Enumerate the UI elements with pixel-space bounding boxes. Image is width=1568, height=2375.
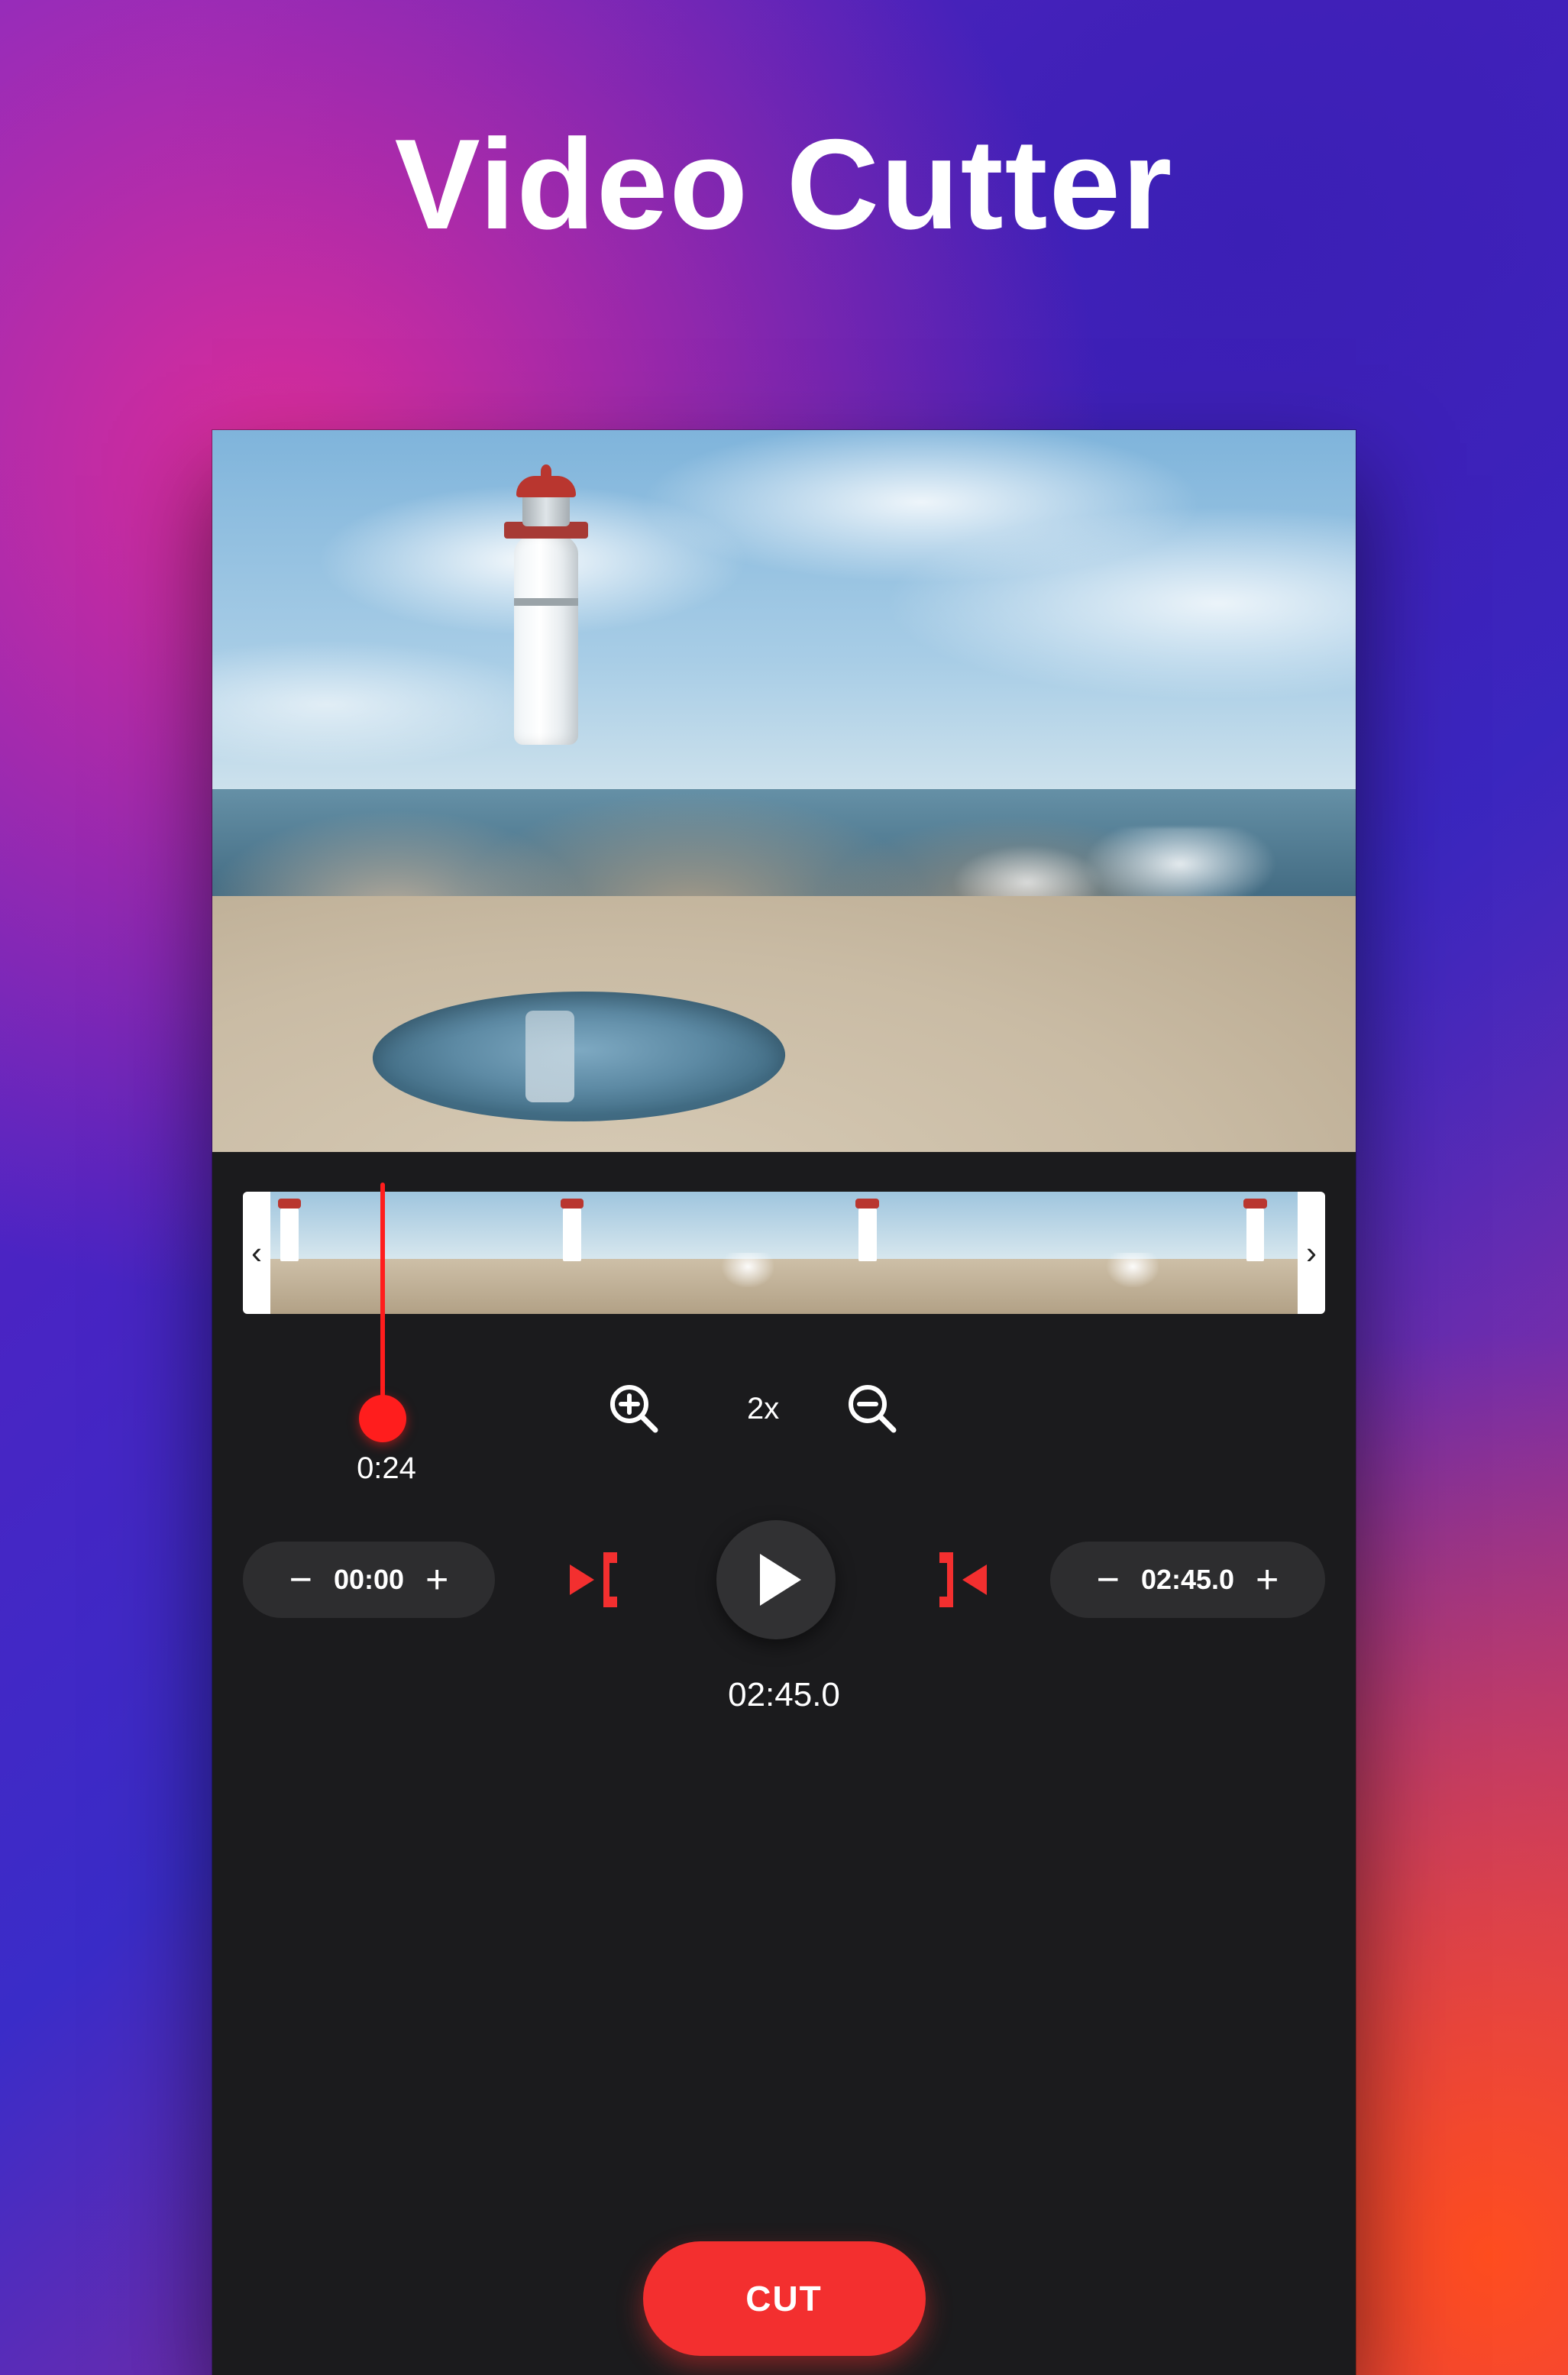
timeline-frame (399, 1192, 527, 1314)
zoom-out-button[interactable] (845, 1381, 898, 1435)
selection-duration-label: 02:45.0 (212, 1676, 1356, 1714)
preview-rocks-near (212, 896, 1356, 1152)
timeline-frame (784, 1192, 913, 1314)
preview-reflection (525, 1011, 574, 1102)
zoom-in-button[interactable] (606, 1381, 660, 1435)
lighthouse-top (541, 464, 551, 478)
timeline-frame (655, 1192, 784, 1314)
video-preview[interactable] (212, 430, 1356, 1152)
zoom-in-icon (606, 1381, 660, 1435)
timeline-frame (1041, 1192, 1169, 1314)
zoom-level-label: 2x (747, 1392, 779, 1426)
set-start-trim-button[interactable] (564, 1542, 634, 1618)
trim-end-icon (923, 1542, 993, 1618)
timeline[interactable]: ‹ (243, 1192, 1325, 1314)
lighthouse-lantern (522, 493, 570, 526)
lighthouse-band (514, 598, 578, 606)
cut-button[interactable]: CUT (643, 2241, 926, 2356)
start-time-plus-button[interactable]: + (409, 1560, 465, 1600)
start-time-value: 00:00 (334, 1564, 404, 1596)
timeline-frame (1169, 1192, 1298, 1314)
end-time-minus-button[interactable]: − (1080, 1560, 1136, 1600)
timeline-scroll-right-button[interactable]: › (1298, 1192, 1325, 1314)
playhead-handle[interactable] (359, 1395, 406, 1442)
timeline-frame (527, 1192, 655, 1314)
end-time-plus-button[interactable]: + (1239, 1560, 1295, 1600)
play-icon (760, 1554, 801, 1606)
set-end-trim-button[interactable] (923, 1542, 993, 1618)
timeline-frames[interactable] (270, 1192, 1298, 1314)
play-button[interactable] (716, 1520, 836, 1639)
timeline-scroll-left-button[interactable]: ‹ (243, 1192, 270, 1314)
app-screen: ‹ (212, 430, 1356, 2375)
end-time-stepper[interactable]: − 02:45.0 + (1050, 1542, 1325, 1618)
start-time-stepper[interactable]: − 00:00 + (243, 1542, 495, 1618)
lighthouse-tower (514, 531, 578, 745)
page-title: Video Cutter (0, 111, 1568, 258)
controls-panel: ‹ (212, 1152, 1356, 2375)
lighthouse-cap (516, 476, 576, 497)
playhead-line[interactable] (380, 1183, 385, 1404)
trim-start-icon (564, 1542, 634, 1618)
zoom-out-icon (845, 1381, 898, 1435)
timeline-frame (913, 1192, 1041, 1314)
start-time-minus-button[interactable]: − (273, 1560, 329, 1600)
timeline-frame (270, 1192, 399, 1314)
end-time-value: 02:45.0 (1141, 1564, 1234, 1596)
playhead-time-label: 0:24 (341, 1451, 432, 1486)
